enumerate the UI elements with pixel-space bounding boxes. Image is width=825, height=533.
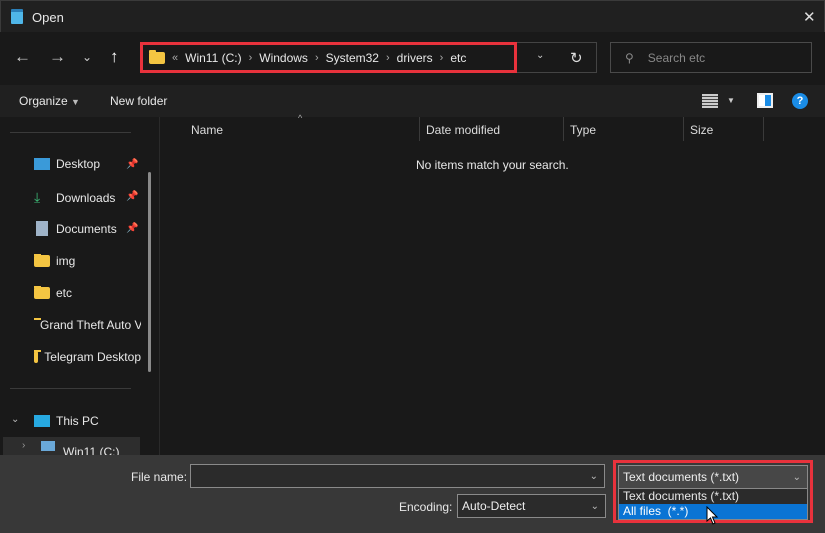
sidebar-item-drive[interactable]: › Win11 (C:) bbox=[3, 437, 140, 459]
sidebar-item-label: Downloads bbox=[56, 190, 116, 205]
search-placeholder: Search etc bbox=[647, 50, 706, 65]
chevron-down-icon[interactable]: ⌄ bbox=[590, 471, 598, 482]
file-type-value: Text documents (*.txt) bbox=[623, 470, 740, 484]
sort-ascending-icon: ^ bbox=[298, 113, 303, 123]
up-button[interactable]: ↑ bbox=[110, 47, 119, 67]
column-header-name[interactable]: Name bbox=[191, 123, 223, 137]
sidebar-item-this-pc[interactable]: This PC bbox=[34, 414, 144, 428]
column-divider[interactable] bbox=[683, 117, 684, 141]
file-name-label: File name: bbox=[131, 470, 188, 484]
column-divider[interactable] bbox=[563, 117, 564, 141]
pin-icon[interactable]: 📌 bbox=[126, 159, 138, 170]
forward-button[interactable]: → bbox=[49, 47, 66, 67]
breadcrumb-windows[interactable]: Windows bbox=[259, 51, 308, 65]
file-type-select[interactable]: Text documents (*.txt) ⌄ bbox=[618, 465, 808, 489]
window-title: Open bbox=[32, 10, 64, 25]
pin-icon[interactable]: 📌 bbox=[126, 223, 138, 234]
folder-icon bbox=[34, 286, 50, 299]
address-dropdown-button[interactable]: ⌄ bbox=[536, 50, 544, 61]
divider bbox=[10, 132, 131, 133]
close-button[interactable]: ✕ bbox=[803, 8, 816, 26]
caret-down-icon[interactable]: ▼ bbox=[727, 96, 735, 105]
file-type-option-txt[interactable]: Text documents (*.txt) bbox=[619, 489, 807, 504]
desktop-icon bbox=[34, 158, 50, 170]
encoding-label: Encoding: bbox=[399, 500, 453, 514]
download-icon: ⤓ bbox=[34, 189, 41, 205]
breadcrumb-system32[interactable]: System32 bbox=[326, 51, 379, 65]
address-controls: ⌄ ↻ bbox=[517, 42, 597, 73]
column-divider[interactable] bbox=[763, 117, 764, 141]
organize-label: Organize bbox=[19, 94, 68, 108]
sidebar-item-img[interactable]: img bbox=[34, 254, 144, 268]
document-icon bbox=[36, 221, 48, 236]
drive-icon bbox=[41, 441, 55, 451]
chevron-right-icon[interactable]: › bbox=[22, 440, 25, 451]
column-header-type[interactable]: Type bbox=[570, 123, 596, 137]
chevron-down-icon[interactable]: ⌄ bbox=[591, 501, 599, 512]
chevron-right-icon: › bbox=[248, 51, 253, 64]
folder-icon bbox=[149, 49, 165, 64]
sidebar-item-label: Desktop bbox=[56, 157, 101, 171]
encoding-select[interactable]: Auto-Detect ⌄ bbox=[457, 494, 606, 518]
computer-icon bbox=[34, 415, 50, 427]
column-header-size[interactable]: Size bbox=[690, 123, 713, 137]
search-icon: ⚲ bbox=[625, 50, 634, 65]
title-bar: Open ✕ bbox=[0, 0, 825, 32]
new-folder-button[interactable]: New folder bbox=[110, 94, 167, 108]
chevron-right-icon: › bbox=[385, 51, 390, 64]
overflow-icon[interactable]: « bbox=[172, 52, 178, 64]
organize-button[interactable]: Organize ▼ bbox=[19, 94, 80, 108]
chevron-right-icon: › bbox=[439, 51, 444, 64]
address-bar[interactable]: « Win11 (C:) › Windows › System32 › drivers… bbox=[140, 42, 517, 73]
chevron-right-icon: › bbox=[314, 51, 319, 64]
mouse-cursor-icon bbox=[706, 506, 719, 525]
sidebar-item-label: Grand Theft Auto V bbox=[40, 318, 141, 332]
folder-icon bbox=[34, 350, 42, 363]
column-header-date-modified[interactable]: Date modified bbox=[426, 123, 500, 137]
folder-icon bbox=[34, 254, 50, 267]
sidebar-item-label: Telegram Desktop bbox=[44, 350, 141, 364]
search-input[interactable]: ⚲ Search etc bbox=[610, 42, 812, 73]
sidebar-item-label: This PC bbox=[56, 414, 99, 428]
sidebar-item-label: etc bbox=[56, 286, 73, 300]
sidebar-scrollbar[interactable] bbox=[148, 172, 151, 372]
sidebar-item-etc[interactable]: etc bbox=[34, 286, 144, 300]
caret-down-icon: ▼ bbox=[71, 97, 80, 107]
recent-locations-button[interactable]: ⌄ bbox=[82, 50, 92, 64]
encoding-value: Auto-Detect bbox=[462, 499, 526, 513]
sidebar-item-label: Documents bbox=[56, 221, 117, 236]
back-button[interactable]: ← bbox=[14, 47, 31, 67]
empty-message: No items match your search. bbox=[416, 158, 569, 172]
help-button[interactable]: ? bbox=[792, 93, 808, 109]
breadcrumb-etc[interactable]: etc bbox=[450, 51, 466, 65]
chevron-down-icon[interactable]: ⌄ bbox=[793, 472, 801, 483]
breadcrumb-drivers[interactable]: drivers bbox=[397, 51, 433, 65]
file-name-combobox[interactable]: ⌄ bbox=[190, 464, 605, 488]
pin-icon[interactable]: 📌 bbox=[126, 191, 138, 202]
notepad-icon bbox=[11, 9, 23, 24]
chevron-down-icon[interactable]: ⌄ bbox=[11, 414, 19, 425]
sidebar-item-telegram[interactable]: Telegram Desktop bbox=[34, 350, 141, 364]
column-divider[interactable] bbox=[419, 117, 420, 141]
preview-pane-button[interactable] bbox=[757, 93, 773, 108]
divider bbox=[10, 388, 131, 389]
sidebar-item-gta[interactable]: Grand Theft Auto V bbox=[34, 318, 141, 332]
breadcrumb-win11[interactable]: Win11 (C:) bbox=[185, 51, 241, 65]
navigation-pane: Desktop 📌 ⤓ Downloads 📌 Documents 📌 img e… bbox=[0, 117, 160, 459]
view-options-button[interactable] bbox=[702, 94, 718, 108]
toolbar: Organize ▼ New folder ▼ ? bbox=[0, 85, 825, 117]
sidebar-item-label: img bbox=[56, 254, 76, 268]
refresh-button[interactable]: ↻ bbox=[570, 49, 583, 67]
